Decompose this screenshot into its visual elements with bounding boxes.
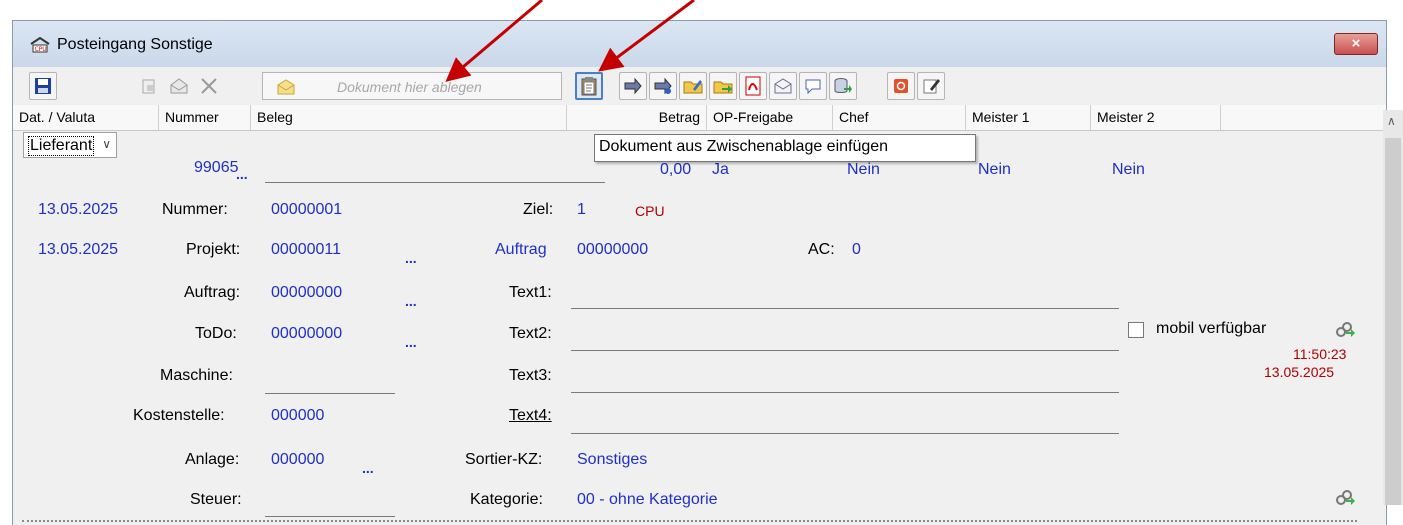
annotation-arrow-1 (445, 0, 543, 82)
annotation-arrow-2 (598, 0, 695, 72)
annotation-arrows (445, 0, 695, 82)
